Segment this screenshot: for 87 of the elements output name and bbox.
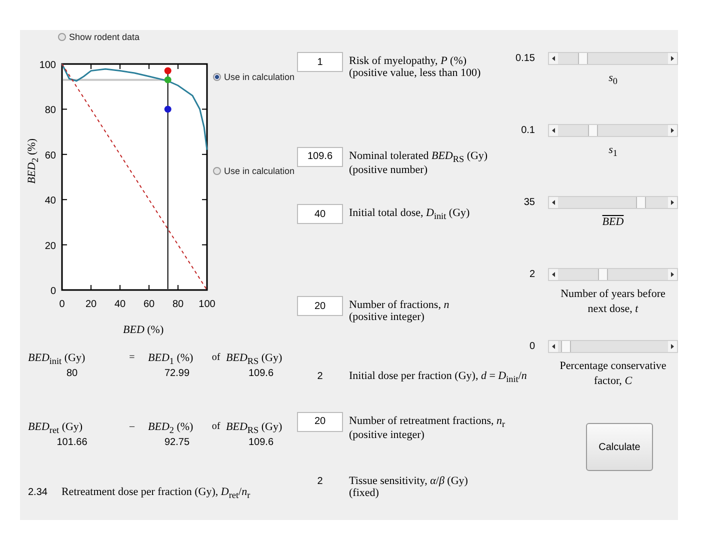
field-hint: (positive integer) — [349, 429, 426, 442]
right-arrow-icon[interactable] — [668, 341, 677, 352]
slider-thumb[interactable] — [598, 269, 608, 280]
radio-button[interactable]: Use in calculation — [213, 72, 295, 82]
formula-text: of — [210, 421, 222, 434]
axis-label: BED (%) — [123, 324, 164, 336]
value-text: 2 — [528, 269, 535, 280]
slider-label: BED — [601, 215, 625, 230]
tick-label: 100 — [198, 299, 216, 310]
right-arrow-icon[interactable] — [668, 197, 677, 208]
slider-label: Number of years before next dose, t — [560, 287, 666, 317]
tick-label: 0 — [50, 286, 56, 297]
tick-label: 100 — [39, 60, 56, 71]
field-hint: (positive value, less than 100) — [349, 67, 481, 79]
left-arrow-icon[interactable] — [549, 197, 558, 208]
operator-text: = — [128, 352, 136, 365]
data-point — [164, 76, 172, 84]
right-arrow-icon[interactable] — [668, 53, 677, 64]
value-text: 2.34 — [28, 487, 48, 498]
value-text: 0 — [528, 341, 535, 352]
input-field[interactable]: 20 — [297, 296, 343, 316]
field-label: Nominal tolerated BED$_{RS}$ (Gy) — [349, 150, 488, 164]
tick-label: 60 — [143, 299, 155, 310]
radio-button[interactable]: Show rodent data — [58, 32, 140, 42]
slider[interactable] — [548, 52, 678, 65]
tick-label: 60 — [44, 150, 56, 162]
field-label: Risk of myelopathy, P (%) — [349, 55, 468, 67]
slider-thumb[interactable] — [588, 125, 598, 136]
slider-label: s$_{0}$ — [608, 71, 618, 88]
value-text: 0.1 — [520, 125, 535, 136]
input-field[interactable]: 1 — [297, 52, 343, 72]
formula-label: BED$_{init}$ (Gy) — [28, 352, 86, 366]
field-hint: (positive integer) — [349, 311, 426, 324]
tick-label: 40 — [114, 299, 126, 310]
tick-label: 80 — [44, 105, 56, 116]
field-label: Initial dose per fraction (Gy), d = D$_{init}$/n — [349, 370, 527, 384]
tick-label: 80 — [172, 299, 184, 310]
slider-thumb[interactable] — [578, 53, 588, 64]
input-field[interactable]: 40 — [297, 204, 343, 224]
formula-label: BED$_{RS}$ (Gy) — [226, 352, 284, 366]
field-label: Retreatment dose per fraction (Gy), D$_{ret}$/n$_{r}$ — [61, 486, 250, 501]
formula-label: BED$_{2}$ (%) — [148, 421, 194, 436]
value-text: 101.66 — [56, 437, 88, 448]
data-point — [164, 106, 172, 113]
formula-label: BED$_{1}$ (%) — [148, 352, 194, 366]
field-label: Number of fractions, n — [349, 299, 450, 312]
slider-label: s$_{1}$ — [608, 143, 618, 160]
left-arrow-icon[interactable] — [549, 125, 558, 136]
value-text: 92.75 — [163, 437, 191, 448]
field-label: Tissue sensitivity, α/β (Gy) — [349, 474, 468, 487]
data-point — [164, 67, 172, 74]
slider-label: Percentage conservative factor, C — [558, 359, 668, 389]
tick-label: 40 — [44, 196, 56, 207]
left-arrow-icon[interactable] — [549, 269, 558, 280]
value-text: 109.6 — [247, 437, 275, 448]
input-field[interactable]: 109.6 — [297, 146, 343, 167]
value-text: 2 — [316, 370, 324, 384]
radio-button[interactable]: Use in calculation — [213, 166, 295, 176]
value-text: 109.6 — [247, 368, 275, 380]
tick-label: 0 — [59, 299, 65, 310]
operator-text: – — [128, 421, 136, 434]
formula-label: BED$_{RS}$ (Gy) — [226, 421, 284, 436]
formula-label: BED$_{ret}$ (Gy) — [28, 421, 84, 436]
formula-text: of — [210, 352, 222, 365]
field-label: Number of retreatment fractions, n$_{r}$ — [349, 414, 506, 430]
slider-thumb[interactable] — [561, 341, 571, 352]
tick-label: 20 — [44, 240, 56, 252]
value-text: 2 — [316, 474, 324, 489]
tick-label: 20 — [85, 299, 97, 310]
value-text: 0.15 — [514, 53, 535, 64]
field-label: Initial total dose, D$_{init}$ (Gy) — [349, 207, 470, 222]
slider[interactable] — [548, 340, 678, 353]
slider[interactable] — [548, 268, 678, 281]
left-arrow-icon[interactable] — [549, 341, 558, 352]
input-field[interactable]: 20 — [297, 412, 343, 432]
right-arrow-icon[interactable] — [668, 269, 677, 280]
left-arrow-icon[interactable] — [549, 53, 558, 64]
field-hint: (positive number) — [349, 164, 429, 176]
value-text: 72.99 — [163, 368, 191, 380]
calculate-button[interactable]: Calculate — [586, 423, 653, 471]
field-hint: (fixed) — [349, 486, 380, 499]
slider[interactable] — [548, 196, 678, 209]
value-text: 80 — [65, 368, 79, 380]
slider-thumb[interactable] — [636, 197, 646, 208]
right-arrow-icon[interactable] — [668, 125, 677, 136]
value-text: 35 — [522, 197, 535, 208]
slider[interactable] — [548, 124, 678, 137]
